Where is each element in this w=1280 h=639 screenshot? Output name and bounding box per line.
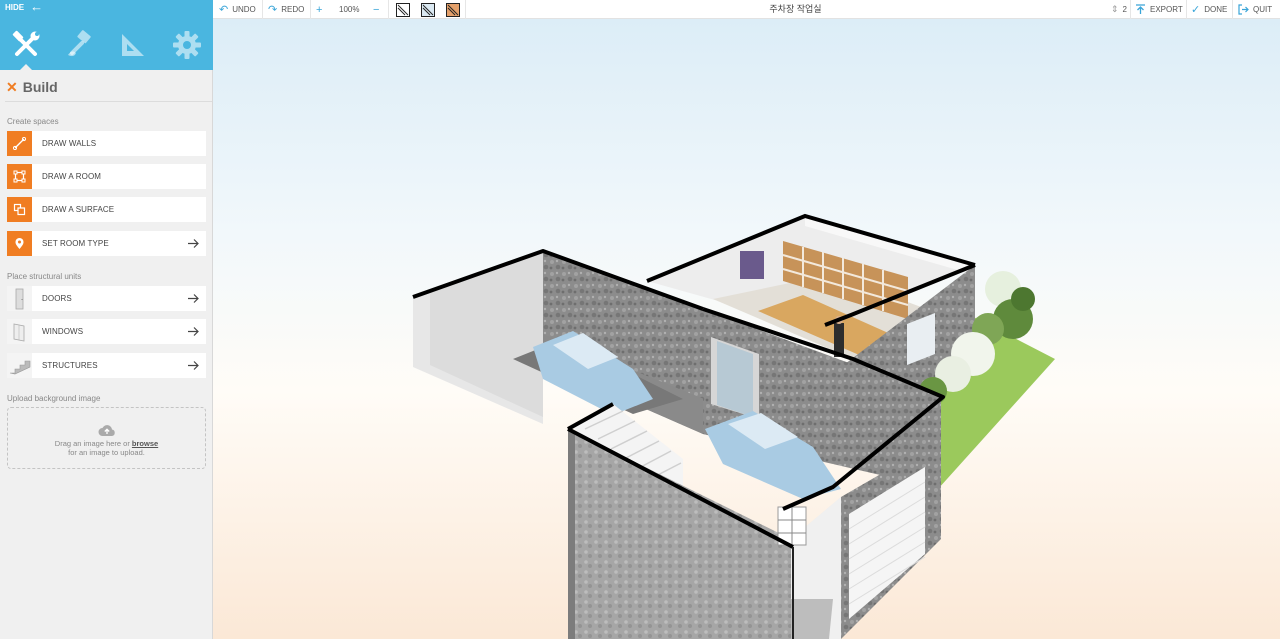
panel-title-text: Build <box>22 79 58 95</box>
upload-hint: Drag an image here or browse <box>8 439 205 448</box>
level-value: 2 <box>1122 5 1127 14</box>
view-2d-button[interactable] <box>396 3 410 17</box>
upload-hint-line2: for an image to upload. <box>68 448 145 457</box>
draw-walls-icon <box>7 131 32 156</box>
view-3d-button[interactable] <box>421 3 435 17</box>
quit-button[interactable]: QUIT <box>1238 0 1272 19</box>
quit-icon <box>1238 4 1249 15</box>
floorplan-3d-render <box>412 213 1055 639</box>
draw-room-icon <box>7 164 32 189</box>
section-label-upload: Upload background image <box>7 394 101 403</box>
draw-walls-button[interactable]: DRAW WALLS <box>7 131 206 156</box>
plus-icon: + <box>316 3 323 16</box>
draw-surface-label: DRAW A SURFACE <box>42 205 115 214</box>
level-updown-icon: ⇕ <box>1111 4 1119 14</box>
draw-surface-icon <box>7 197 32 222</box>
zoom-level-value: 100% <box>339 5 360 14</box>
view-shaded-icon <box>447 4 459 16</box>
zoom-level: 100% <box>339 0 359 19</box>
quit-label: QUIT <box>1253 5 1273 14</box>
export-label: EXPORT <box>1150 5 1183 14</box>
divider <box>388 0 389 19</box>
view-2d-icon <box>397 4 409 16</box>
draw-room-button[interactable]: DRAW A ROOM <box>7 164 206 189</box>
upload-hint-text: Drag an image here or <box>54 439 132 448</box>
cloud-upload-icon <box>98 425 115 436</box>
redo-label: REDO <box>281 5 305 14</box>
export-icon <box>1136 4 1145 14</box>
hide-label: HIDE <box>5 2 25 12</box>
undo-label: UNDO <box>232 5 256 14</box>
divider <box>1130 0 1131 19</box>
tab-settings[interactable] <box>161 20 213 70</box>
set-square-icon <box>122 34 144 56</box>
level-selector[interactable]: ⇕ 2 <box>1111 0 1127 19</box>
arrow-right-icon <box>188 239 199 248</box>
windows-button[interactable]: WINDOWS <box>7 319 206 344</box>
zoom-out-button[interactable]: − <box>373 0 379 19</box>
sidebar: HIDE ← ✕ Build Create spaces DRAW WALLS … <box>0 0 213 639</box>
section-label-create: Create spaces <box>7 117 59 126</box>
tools-icon: ✕ <box>6 78 18 95</box>
arrow-right-icon <box>188 327 199 336</box>
location-pin-icon <box>7 231 32 256</box>
divider <box>262 0 263 19</box>
paint-brush-icon <box>68 30 91 57</box>
sidebar-header: HIDE ← <box>0 0 213 71</box>
section-label-structural: Place structural units <box>7 272 82 281</box>
hammer-wrench-icon <box>12 30 40 56</box>
windows-label: WINDOWS <box>42 327 84 336</box>
arrow-right-icon <box>188 294 199 303</box>
panel-title: ✕ Build <box>6 78 58 96</box>
undo-button[interactable]: ↶ UNDO <box>219 0 256 19</box>
view-shaded-button[interactable] <box>446 3 460 17</box>
minus-icon: − <box>373 3 380 16</box>
draw-walls-label: DRAW WALLS <box>42 139 97 148</box>
3d-viewport[interactable] <box>213 19 1280 639</box>
redo-button[interactable]: ↷ REDO <box>268 0 304 19</box>
done-label: DONE <box>1204 5 1228 14</box>
draw-surface-button[interactable]: DRAW A SURFACE <box>7 197 206 222</box>
gear-icon <box>173 31 201 59</box>
tab-decorate[interactable] <box>54 20 106 70</box>
structures-label: STRUCTURES <box>42 361 98 370</box>
divider <box>465 0 466 19</box>
divider <box>1232 0 1233 19</box>
divider <box>1186 0 1187 19</box>
zoom-in-button[interactable]: + <box>316 0 322 19</box>
tab-measure[interactable] <box>107 20 159 70</box>
divider <box>5 101 212 102</box>
undo-icon: ↶ <box>219 4 229 16</box>
door-icon <box>7 286 32 311</box>
doors-label: DOORS <box>42 294 72 303</box>
doors-button[interactable]: DOORS <box>7 286 206 311</box>
arrow-left-icon: ← <box>30 0 44 14</box>
divider <box>310 0 311 19</box>
browse-link[interactable]: browse <box>132 439 158 448</box>
stairs-icon <box>7 353 32 378</box>
view-3d-icon <box>422 4 434 16</box>
structures-button[interactable]: STRUCTURES <box>7 353 206 378</box>
tab-build[interactable] <box>0 20 52 71</box>
redo-icon: ↷ <box>268 4 278 16</box>
checkmark-icon: ✓ <box>1191 4 1201 16</box>
set-room-type-button[interactable]: SET ROOM TYPE <box>7 231 206 256</box>
hide-sidebar-button[interactable]: HIDE ← <box>5 0 44 14</box>
export-button[interactable]: EXPORT <box>1135 0 1183 19</box>
done-button[interactable]: ✓ DONE <box>1191 0 1227 19</box>
window-icon <box>7 319 32 344</box>
arrow-right-icon <box>188 361 199 370</box>
set-room-type-label: SET ROOM TYPE <box>42 239 109 248</box>
draw-room-label: DRAW A ROOM <box>42 172 102 181</box>
top-toolbar: ↶ UNDO ↷ REDO + 100% − 주차장 작업실 ⇕ 2 EXPOR… <box>213 0 1280 19</box>
upload-dropzone[interactable]: Drag an image here or browse for an imag… <box>7 407 206 469</box>
